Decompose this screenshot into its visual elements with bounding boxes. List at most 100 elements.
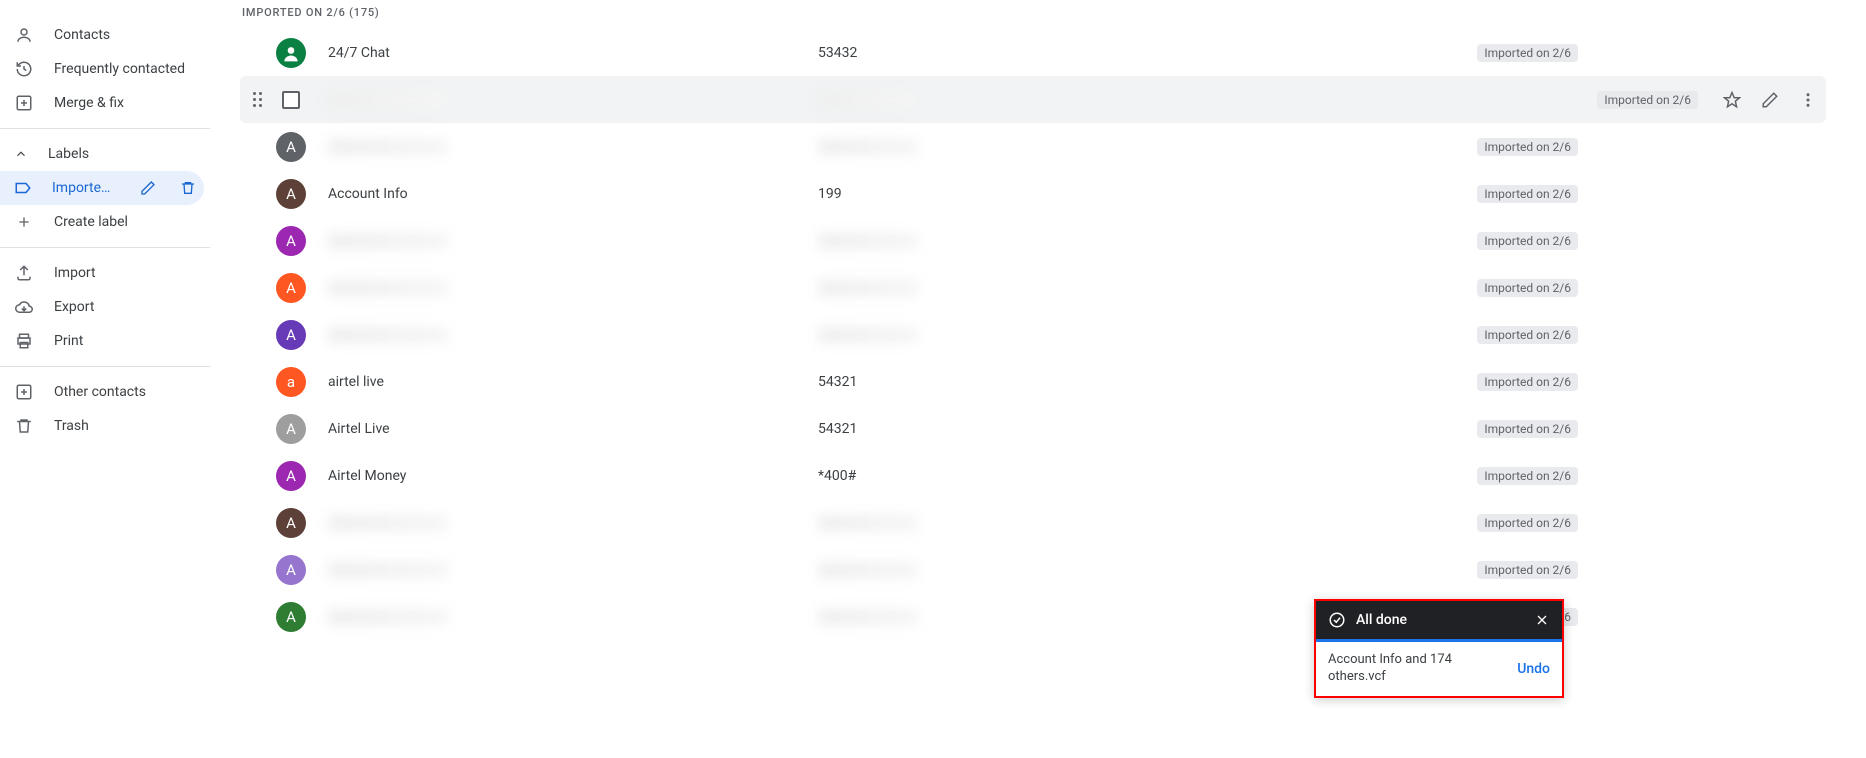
contact-row[interactable]: AAccount Info199Imported on 2/6	[240, 170, 1826, 217]
contact-phone	[818, 92, 1218, 108]
contact-phone: *400#	[818, 468, 1218, 484]
contact-label: Imported on 2/6	[1477, 233, 1578, 249]
section-header: IMPORTED ON 2/6 (175)	[240, 0, 1826, 29]
delete-label-button[interactable]	[178, 178, 198, 198]
divider	[0, 128, 210, 129]
main-content: IMPORTED ON 2/6 (175) 24/7 Chat53432 Impo…	[210, 0, 1866, 758]
person-icon	[14, 25, 34, 45]
contact-list: 24/7 Chat53432 Imported on 2/6 Imported on…	[240, 29, 1826, 640]
label-chip: Imported on 2/6	[1597, 91, 1698, 109]
contact-row[interactable]: Imported on 2/6	[240, 76, 1826, 123]
nav-trash-label: Trash	[54, 418, 89, 434]
contact-name	[328, 139, 818, 155]
label-chip: Imported on 2/6	[1477, 467, 1578, 485]
labels-header[interactable]: Labels	[0, 137, 210, 171]
contact-row[interactable]: 24/7 Chat53432 Imported on 2/6	[240, 29, 1826, 76]
nav-import[interactable]: Import	[0, 256, 210, 290]
contact-row[interactable]: aairtel live54321Imported on 2/6	[240, 358, 1826, 405]
contact-avatar: A	[276, 461, 306, 491]
nav-export[interactable]: Export	[0, 290, 210, 324]
contact-name	[328, 233, 818, 249]
label-chip: Imported on 2/6	[1477, 420, 1578, 438]
contact-row[interactable]: AImported on 2/6	[240, 123, 1826, 170]
create-label[interactable]: Create label	[0, 205, 210, 239]
label-chip: Imported on 2/6	[1477, 185, 1578, 203]
contact-label: Imported on 2/6	[1597, 92, 1698, 108]
label-chip: Imported on 2/6	[1477, 514, 1578, 532]
contact-name	[328, 327, 818, 343]
print-icon	[14, 331, 34, 351]
nav-trash[interactable]: Trash	[0, 409, 210, 443]
sidebar: Contacts Frequently contacted Merge & fi…	[0, 0, 210, 758]
contact-name: Account Info	[328, 186, 818, 202]
contact-phone	[818, 609, 1218, 625]
cloud-download-icon	[14, 297, 34, 317]
nav-other[interactable]: Other contacts	[0, 375, 210, 409]
drag-dots-icon	[253, 92, 263, 108]
label-chip: Imported on 2/6	[1477, 232, 1578, 250]
contact-avatar: A	[276, 179, 306, 209]
contact-row[interactable]: AImported on 2/6	[240, 593, 1826, 640]
nav-contacts-label: Contacts	[54, 27, 110, 43]
edit-button[interactable]	[1760, 90, 1780, 110]
contact-row[interactable]: A Airtel Money*400# Imported on 2/6	[240, 452, 1826, 499]
contact-label: Imported on 2/6	[1477, 45, 1578, 61]
contact-label: Imported on 2/6	[1477, 280, 1578, 296]
contact-name: Airtel Live	[328, 421, 818, 437]
contact-phone	[818, 233, 1218, 249]
nav-mergefix[interactable]: Merge & fix	[0, 86, 210, 120]
contact-avatar: a	[276, 367, 306, 397]
merge-icon	[14, 93, 34, 113]
contact-phone	[818, 562, 1218, 578]
trash-icon	[14, 416, 34, 436]
label-chip: Imported on 2/6	[1477, 138, 1578, 156]
toast-close-button[interactable]	[1534, 612, 1550, 628]
label-imported[interactable]: Imported on 2/6	[0, 171, 204, 205]
toast-undo-button[interactable]: Undo	[1517, 661, 1550, 677]
contact-avatar: A	[276, 555, 306, 585]
contact-name: Airtel Money	[328, 468, 818, 484]
history-icon	[14, 59, 34, 79]
contact-name	[328, 280, 818, 296]
nav-contacts[interactable]: Contacts	[0, 18, 210, 52]
contact-phone: 54321	[818, 421, 1218, 437]
contact-row[interactable]: A Imported on 2/6	[240, 546, 1826, 593]
nav-import-label: Import	[54, 265, 96, 281]
more-button[interactable]	[1798, 90, 1818, 110]
upload-icon	[14, 263, 34, 283]
contact-row[interactable]: AImported on 2/6	[240, 499, 1826, 546]
nav-mergefix-label: Merge & fix	[54, 95, 124, 111]
divider	[0, 366, 210, 367]
drag-handle[interactable]	[240, 92, 276, 108]
star-button[interactable]	[1722, 90, 1742, 110]
contact-label: Imported on 2/6	[1477, 562, 1578, 578]
contact-phone	[818, 139, 1218, 155]
contact-row[interactable]: AAirtel Live54321Imported on 2/6	[240, 405, 1826, 452]
create-label-text: Create label	[54, 214, 128, 230]
label-chip: Imported on 2/6	[1477, 373, 1578, 391]
nav-frequent[interactable]: Frequently contacted	[0, 52, 210, 86]
nav-print-label: Print	[54, 333, 83, 349]
nav-other-label: Other contacts	[54, 384, 146, 400]
contact-row[interactable]: AImported on 2/6	[240, 217, 1826, 264]
contact-phone: 53432	[818, 45, 1218, 61]
edit-label-button[interactable]	[138, 178, 158, 198]
plus-icon	[14, 212, 34, 232]
contact-avatar: A	[276, 602, 306, 632]
contact-label: Imported on 2/6	[1477, 186, 1578, 202]
label-icon	[14, 179, 32, 197]
nav-print[interactable]: Print	[0, 324, 210, 358]
contact-name	[328, 609, 818, 625]
row-checkbox[interactable]	[282, 91, 300, 109]
toast-header: All done	[1316, 601, 1562, 642]
contact-name	[328, 92, 818, 108]
contact-avatar: A	[276, 273, 306, 303]
contact-row[interactable]: A Imported on 2/6	[240, 264, 1826, 311]
contact-name: 24/7 Chat	[328, 45, 818, 61]
contact-row[interactable]: AImported on 2/6	[240, 311, 1826, 358]
contact-label: Imported on 2/6	[1477, 327, 1578, 343]
contact-label: Imported on 2/6	[1477, 139, 1578, 155]
row-actions	[1722, 90, 1818, 110]
label-chip: Imported on 2/6	[1477, 44, 1578, 62]
contact-label: Imported on 2/6	[1477, 374, 1578, 390]
